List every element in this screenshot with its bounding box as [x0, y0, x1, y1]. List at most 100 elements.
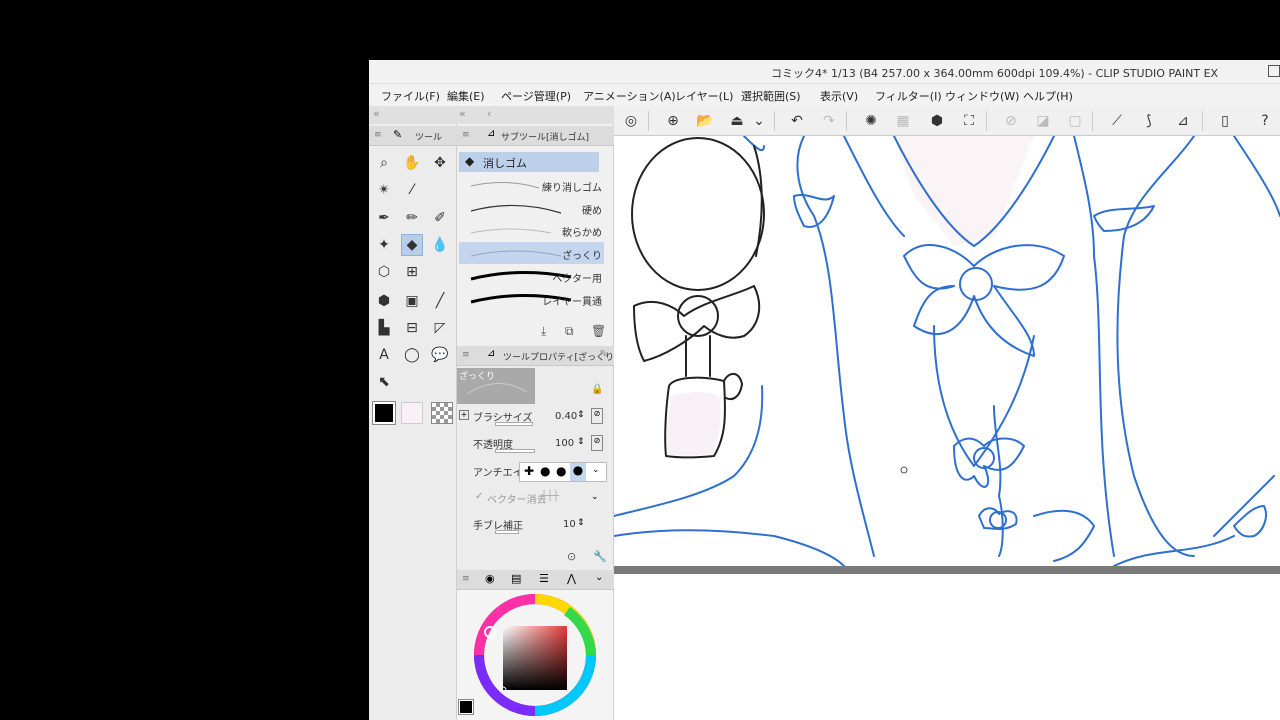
pressure-icon[interactable]: ⊘ [591, 408, 603, 424]
color-wheel[interactable] [457, 590, 614, 720]
menu-layer[interactable]: レイヤー(L) [675, 88, 733, 104]
wrench-icon[interactable]: ✎ [600, 349, 608, 360]
clip-studio-icon[interactable]: ◎ [620, 110, 642, 132]
pencil-tool-icon[interactable]: ✏ [401, 207, 423, 229]
check-icon[interactable]: ✓ [475, 491, 483, 502]
opacity-value[interactable]: 100 [555, 438, 574, 449]
sub-color-swatch[interactable] [401, 402, 423, 424]
tool-property-tab[interactable]: ≡ ⊿ ツールプロパティ[ざっくり] ✎ [457, 346, 617, 366]
brush-item-selected[interactable]: ざっくり [459, 242, 604, 264]
open-folder-icon[interactable]: 📂 [694, 110, 716, 132]
decoration-tool-icon[interactable]: ⬡ [373, 261, 395, 283]
menu-help[interactable]: ヘルプ(H) [1023, 88, 1073, 104]
collapse-double-left-icon[interactable]: « [459, 107, 466, 120]
collapse-left-icon[interactable]: « [373, 107, 380, 120]
eraser-group-header[interactable]: ◆ 消しゴム [459, 152, 599, 172]
snap-ruler-icon[interactable]: ⟋ [1106, 110, 1128, 132]
clear-outside-selection-icon[interactable]: ▦ [892, 110, 914, 132]
color-slider-tab-icon[interactable]: ▤ [511, 572, 521, 585]
color-wheel-tab-icon[interactable]: ◉ [485, 572, 495, 585]
vector-erase-mode-icon[interactable]: ┼┼┼ [541, 491, 559, 502]
balloon-tool-icon[interactable]: 💬 [429, 344, 451, 366]
menu-file[interactable]: ファイル(F) [381, 88, 440, 104]
deselect-icon[interactable]: ⊘ [1000, 110, 1022, 132]
copy-subtool-icon[interactable]: ⤓ [541, 324, 546, 339]
canvas-drawing[interactable] [614, 136, 1280, 720]
menu-animation[interactable]: アニメーション(A) [583, 88, 676, 104]
chevron-down-icon[interactable]: ⌄ [748, 110, 770, 132]
spinner-icon[interactable]: ⇕ [577, 437, 585, 447]
main-color-swatch[interactable] [372, 401, 396, 425]
color-history-tab-icon[interactable]: ⋀ [567, 572, 576, 585]
smartphone-icon[interactable]: ▯ [1214, 110, 1236, 132]
stabilization-value[interactable]: 10 [563, 519, 576, 530]
fill-icon[interactable]: ⬢ [926, 110, 948, 132]
move-tool-icon[interactable]: ✥ [429, 152, 451, 174]
undo-icon[interactable]: ↶ [786, 110, 808, 132]
brush-tool-icon[interactable]: ✐ [429, 207, 451, 229]
clear-icon[interactable]: ✺ [860, 110, 882, 132]
blend-tool-icon[interactable]: 💧 [429, 234, 451, 256]
stabilization-slider[interactable] [495, 530, 519, 534]
shape-tool-icon[interactable]: ◸ [429, 317, 451, 339]
brush-item[interactable]: 練り消しゴム [459, 174, 604, 196]
settings-wrench-icon[interactable]: 🔧 [593, 550, 607, 563]
snap-grid-icon[interactable]: ⊿ [1172, 110, 1194, 132]
antialias-weak-icon[interactable]: ● [540, 464, 550, 478]
ruler-tool-icon[interactable]: ⊞ [401, 261, 423, 283]
menu-edit[interactable]: 編集(E) [447, 88, 485, 104]
lock-icon[interactable]: 🔒 [591, 384, 603, 395]
maximize-icon[interactable] [1268, 65, 1280, 77]
gradient-tool-icon[interactable]: ▣ [401, 290, 423, 312]
menu-filter[interactable]: フィルター(I) [875, 88, 942, 104]
fill-tool-icon[interactable]: ⬢ [373, 290, 395, 312]
antialias-selector[interactable]: ✚ ● ● ● ⌄ [519, 462, 607, 482]
help-icon[interactable]: ? [1254, 110, 1276, 132]
chevron-down-icon[interactable]: ⌄ [591, 492, 599, 502]
main-color-mini-swatch[interactable] [458, 699, 474, 715]
brush-item[interactable]: レイヤー貫通 [459, 288, 604, 310]
airbrush-tool-icon[interactable]: ✦ [373, 234, 395, 256]
antialias-strong-icon[interactable]: ● [570, 463, 586, 481]
save-icon[interactable]: ⏏ [726, 110, 748, 132]
collapse-left-icon[interactable]: ‹ [487, 107, 491, 120]
spinner-icon[interactable]: ⇕ [577, 410, 585, 420]
menu-window[interactable]: ウィンドウ(W) [945, 88, 1019, 104]
auto-select-tool-icon[interactable]: ✴ [373, 179, 395, 201]
zoom-tool-icon[interactable]: ⌕ [373, 152, 395, 174]
menu-page-management[interactable]: ページ管理(P) [501, 88, 571, 104]
antialias-mid-icon[interactable]: ● [556, 464, 566, 478]
brush-item[interactable]: ベクター用 [459, 265, 604, 287]
redo-icon[interactable]: ↷ [818, 110, 840, 132]
spinner-icon[interactable]: ⇕ [577, 518, 585, 528]
transparent-color-swatch[interactable] [431, 402, 453, 424]
text-tool-icon[interactable]: A [373, 344, 395, 366]
invert-selection-icon[interactable]: ◪ [1032, 110, 1054, 132]
reset-icon[interactable]: ⊙ [567, 550, 576, 563]
brush-item[interactable]: 軟らかめ [459, 219, 604, 241]
subtool-tab[interactable]: ≡ ⊿ サブツール[消しゴム] [457, 126, 614, 146]
line-tool-icon[interactable]: ╱ [429, 290, 451, 312]
chevron-down-icon[interactable]: ⌄ [595, 572, 603, 583]
object-select-tool-icon[interactable]: ⬉ [373, 371, 395, 393]
tool-tab[interactable]: ≡ ✎ ツール [369, 126, 457, 146]
eyedropper-tool-icon[interactable]: ⁄ [401, 179, 423, 201]
color-set-tab-icon[interactable]: ☰ [539, 572, 549, 585]
eraser-tool-icon[interactable]: ◆ [401, 234, 423, 256]
expand-icon[interactable]: + [459, 410, 469, 420]
panel-tool-icon[interactable]: ⊟ [401, 317, 423, 339]
opacity-slider[interactable] [495, 449, 535, 453]
pressure-icon[interactable]: ⊘ [591, 435, 603, 451]
menu-view[interactable]: 表示(V) [820, 88, 858, 104]
delete-subtool-icon[interactable]: 🗑 [591, 324, 606, 338]
snap-special-ruler-icon[interactable]: ⟆ [1138, 110, 1160, 132]
transform-icon[interactable]: ⛶ [958, 110, 980, 132]
chevron-down-icon[interactable]: ⌄ [592, 465, 600, 475]
menu-selection[interactable]: 選択範囲(S) [741, 88, 801, 104]
frame-tool-icon[interactable]: ▙ [373, 317, 395, 339]
pen-tool-icon[interactable]: ✒ [373, 207, 395, 229]
brush-size-slider[interactable] [495, 422, 533, 426]
brush-item[interactable]: 硬め [459, 197, 604, 219]
duplicate-subtool-icon[interactable]: ⧉ [565, 324, 574, 339]
brush-size-value[interactable]: 0.40 [555, 411, 577, 422]
